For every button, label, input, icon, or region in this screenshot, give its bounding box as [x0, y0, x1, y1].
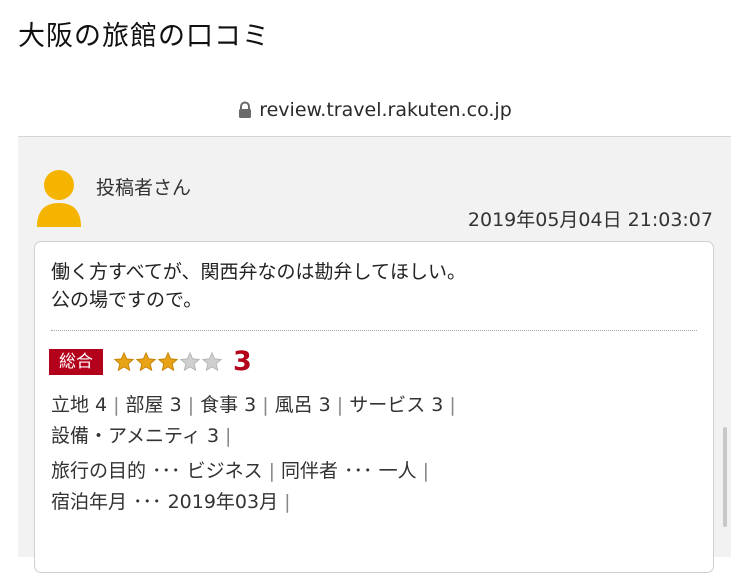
star-filled-icon [157, 351, 179, 371]
separator: | [262, 394, 269, 416]
comment-line: 働く方すべてが、関西弁なのは勘弁してほしい。 [51, 261, 466, 283]
post-title: 大阪の旅館の口コミ [18, 21, 270, 52]
separator: | [336, 394, 344, 416]
separator: | [284, 491, 291, 513]
category-ratings: 立地 4 | 部屋 3 | 食事 3 | 風呂 3 | サービス 3 | 設備・アメニティ 3 | [51, 390, 691, 452]
comment-line: 公の場ですので。 [51, 289, 203, 311]
separator: | [268, 460, 275, 482]
overall-rating: 総合 3 [49, 346, 252, 377]
separator: | [449, 394, 456, 416]
url-text[interactable]: review.travel.rakuten.co.jp [259, 99, 512, 121]
rating-location: 立地 4 [51, 394, 108, 416]
user-avatar-icon [37, 170, 81, 227]
review-timestamp: 2019年05月04日 21:03:07 [467, 209, 713, 231]
rating-meal: 食事 3 [200, 394, 257, 416]
separator: | [225, 425, 232, 447]
star-filled-icon [135, 351, 157, 371]
address-bar[interactable]: review.travel.rakuten.co.jp [0, 96, 749, 124]
rating-room: 部屋 3 [125, 394, 182, 416]
separator: | [113, 394, 120, 416]
rating-amenities: 設備・アメニティ 3 [51, 425, 220, 447]
review-comment: 働く方すべてが、関西弁なのは勘弁してほしい。 公の場ですので。 [51, 258, 466, 314]
star-filled-icon [113, 351, 135, 371]
trip-info: 旅行の目的 ･･･ ビジネス | 同伴者 ･･･ 一人 | 宿泊年月 ･･･ 2019… [51, 456, 701, 518]
review-card: 働く方すべてが、関西弁なのは勘弁してほしい。 公の場ですので。 総合 3 立地 … [34, 241, 714, 573]
trip-purpose: 旅行の目的 ･･･ ビジネス [51, 460, 263, 482]
separator: | [422, 460, 429, 482]
scrollbar[interactable] [723, 427, 727, 527]
star-empty-icon [179, 351, 201, 371]
rating-bath: 風呂 3 [274, 394, 331, 416]
star-rating [113, 351, 223, 373]
rating-service: サービス 3 [349, 394, 444, 416]
star-empty-icon [201, 351, 223, 371]
overall-badge: 総合 [49, 348, 103, 375]
trip-companion: 同伴者 ･･･ 一人 [281, 460, 417, 482]
lock-icon [239, 101, 252, 118]
divider [51, 330, 697, 331]
overall-score: 3 [233, 346, 252, 377]
trip-stay: 宿泊年月 ･･･ 2019年03月 [51, 491, 279, 513]
separator: | [187, 394, 195, 416]
reviewer-name[interactable]: 投稿者さん [96, 173, 191, 200]
review-page: 投稿者さん 2019年05月04日 21:03:07 働く方すべてが、関西弁なの… [18, 136, 731, 573]
